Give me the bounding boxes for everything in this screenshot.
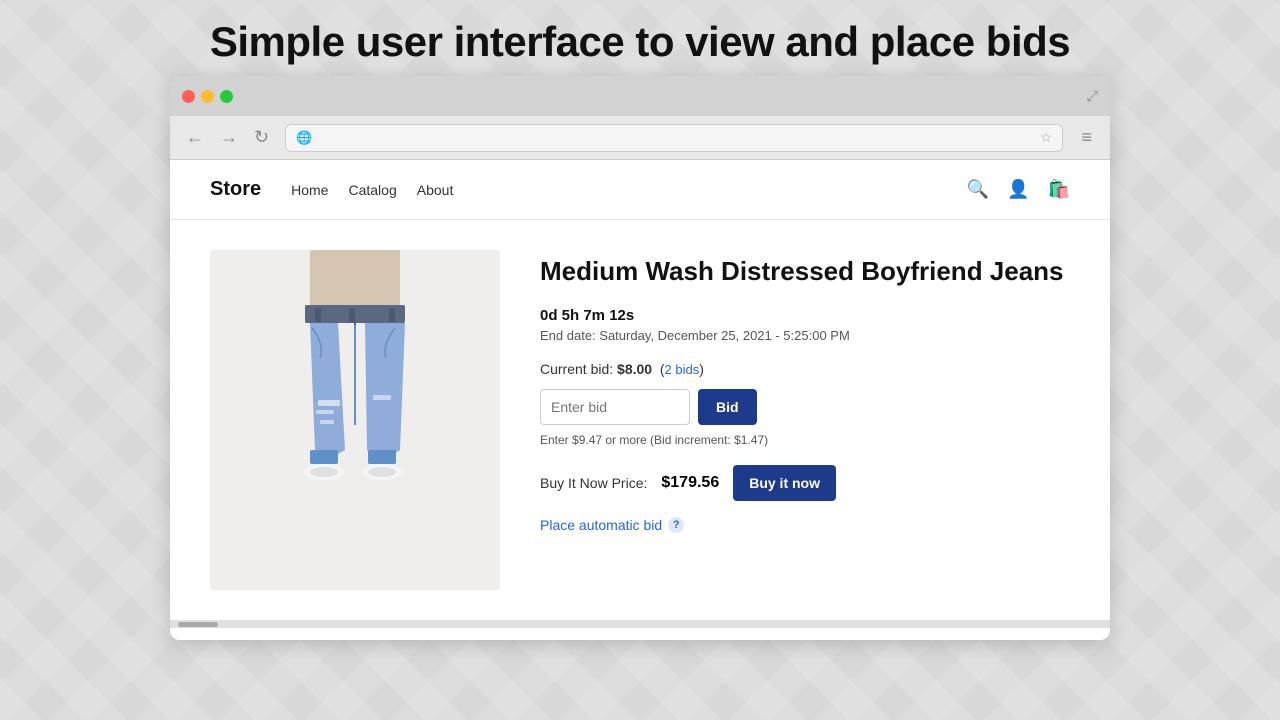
page-heading: Simple user interface to view and place … — [0, 18, 1280, 66]
globe-icon: 🌐 — [296, 130, 312, 146]
refresh-button[interactable]: ↻ — [248, 123, 275, 152]
bid-hint: Enter $9.47 or more (Bid increment: $1.4… — [540, 433, 1070, 447]
bids-link[interactable]: 2 bids — [665, 362, 700, 377]
nav-home[interactable]: Home — [291, 182, 328, 198]
bid-input[interactable] — [540, 389, 690, 425]
store-nav: Home Catalog About — [291, 182, 967, 198]
back-button[interactable]: ← — [180, 123, 210, 152]
nav-catalog[interactable]: Catalog — [348, 182, 396, 198]
current-bid-section: Current bid: $8.00 (2 bids) — [540, 361, 1070, 377]
close-button[interactable] — [182, 90, 195, 103]
cart-icon[interactable]: 🛍️ — [1048, 179, 1070, 200]
bid-row: Bid — [540, 389, 1070, 425]
expand-icon[interactable]: ⤢ — [1087, 88, 1098, 105]
buy-label: Buy It Now Price: — [540, 475, 647, 491]
auto-bid-row: Place automatic bid ? — [540, 517, 1070, 533]
product-section: Medium Wash Distressed Boyfriend Jeans 0… — [170, 220, 1110, 620]
store-page: Store Home Catalog About 🔍 👤 🛍️ — [170, 160, 1110, 640]
url-bar[interactable]: 🌐 ☆ — [285, 124, 1063, 152]
end-date-value: Saturday, December 25, 2021 - 5:25:00 PM — [599, 328, 850, 343]
menu-button[interactable]: ≡ — [1073, 123, 1100, 152]
buy-price: $179.56 — [661, 474, 719, 492]
search-icon[interactable]: 🔍 — [967, 179, 989, 200]
browser-window: ⤢ ← → ↻ 🌐 ☆ ≡ Store Home Catalog About 🔍… — [170, 76, 1110, 640]
end-date-label: End date: — [540, 328, 596, 343]
current-bid-amount: $8.00 — [617, 361, 652, 377]
nav-about[interactable]: About — [417, 182, 454, 198]
browser-titlebar: ⤢ — [170, 76, 1110, 116]
buy-it-now-row: Buy It Now Price: $179.56 Buy it now — [540, 465, 1070, 501]
store-logo: Store — [210, 178, 261, 201]
forward-button[interactable]: → — [214, 123, 244, 152]
scrollbar-thumb[interactable] — [178, 622, 218, 627]
auto-bid-link[interactable]: Place automatic bid — [540, 517, 662, 533]
scrollbar[interactable] — [170, 620, 1110, 628]
product-title: Medium Wash Distressed Boyfriend Jeans — [540, 255, 1070, 289]
store-header: Store Home Catalog About 🔍 👤 🛍️ — [170, 160, 1110, 220]
maximize-button[interactable] — [220, 90, 233, 103]
current-bid-label: Current bid: — [540, 361, 613, 377]
end-date: End date: Saturday, December 25, 2021 - … — [540, 328, 1070, 343]
help-icon[interactable]: ? — [668, 517, 684, 533]
bookmark-icon[interactable]: ☆ — [1040, 129, 1053, 146]
account-icon[interactable]: 👤 — [1007, 179, 1029, 200]
browser-navbar: ← → ↻ 🌐 ☆ ≡ — [170, 116, 1110, 160]
countdown-timer: 0d 5h 7m 12s — [540, 307, 1070, 324]
product-image — [210, 250, 500, 590]
bid-button[interactable]: Bid — [698, 389, 757, 425]
store-header-icons: 🔍 👤 🛍️ — [967, 179, 1070, 200]
product-details: Medium Wash Distressed Boyfriend Jeans 0… — [540, 250, 1070, 590]
buy-button[interactable]: Buy it now — [733, 465, 836, 501]
minimize-button[interactable] — [201, 90, 214, 103]
